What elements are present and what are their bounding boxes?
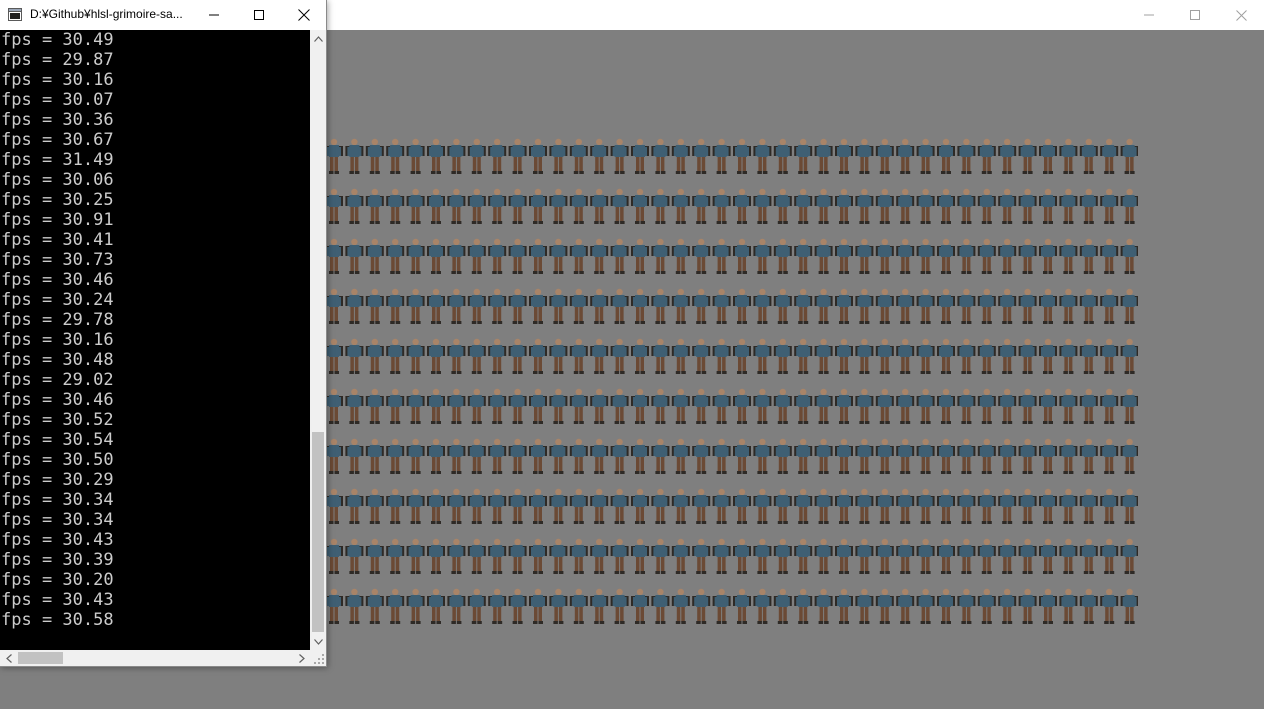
console-line: fps = 30.91 — [1, 210, 114, 230]
scroll-right-button[interactable] — [293, 650, 310, 666]
console-line: fps = 30.46 — [1, 390, 114, 410]
close-button[interactable] — [1218, 0, 1264, 30]
console-line: fps = 30.58 — [1, 610, 114, 630]
chevron-right-icon — [298, 653, 305, 663]
scroll-left-button[interactable] — [0, 650, 17, 666]
character-sprites — [325, 488, 1139, 524]
console-window-controls — [191, 0, 326, 30]
console-line: fps = 31.49 — [1, 150, 114, 170]
resize-grip[interactable] — [310, 650, 326, 666]
console-line: fps = 30.41 — [1, 230, 114, 250]
console-titlebar[interactable]: D:¥Github¥hlsl-grimoire-sa... — [0, 0, 326, 30]
close-icon — [297, 9, 310, 21]
sprite-row — [325, 588, 1139, 626]
sprite-row — [325, 388, 1139, 426]
sprite-row — [325, 538, 1139, 576]
sprite-row — [325, 288, 1139, 326]
console-lines: fps = 30.49 fps = 29.87 fps = 30.16 fps = 3… — [1, 30, 114, 630]
console-line: fps = 30.07 — [1, 90, 114, 110]
console-app-icon — [8, 8, 22, 21]
console-line: fps = 29.87 — [1, 50, 114, 70]
console-line: fps = 30.20 — [1, 570, 114, 590]
console-line: fps = 30.49 — [1, 30, 114, 50]
console-line: fps = 30.36 — [1, 110, 114, 130]
chevron-up-icon — [313, 35, 323, 42]
sprite-row — [325, 238, 1139, 276]
vertical-scroll-thumb[interactable] — [312, 432, 324, 632]
character-sprites — [325, 188, 1139, 224]
sprite-row — [325, 138, 1139, 176]
sprite-row — [325, 438, 1139, 476]
scroll-down-button[interactable] — [310, 633, 326, 650]
character-sprites — [325, 388, 1139, 424]
console-close-button[interactable] — [281, 0, 326, 30]
console-line: fps = 30.29 — [1, 470, 114, 490]
maximize-icon — [253, 10, 264, 20]
character-sprite-grid — [325, 138, 1139, 650]
console-line: fps = 29.78 — [1, 310, 114, 330]
minimize-icon — [1144, 14, 1154, 16]
console-line: fps = 30.39 — [1, 550, 114, 570]
console-line: fps = 30.73 — [1, 250, 114, 270]
sprite-row — [325, 488, 1139, 526]
character-sprites — [325, 138, 1139, 174]
console-line: fps = 30.50 — [1, 450, 114, 470]
maximize-icon — [1190, 10, 1200, 20]
console-line: fps = 30.34 — [1, 510, 114, 530]
horizontal-scrollbar[interactable] — [0, 650, 310, 666]
character-sprites — [325, 538, 1139, 574]
console-line: fps = 30.06 — [1, 170, 114, 190]
console-line: fps = 29.02 — [1, 370, 114, 390]
character-sprites — [325, 338, 1139, 374]
console-minimize-button[interactable] — [191, 0, 236, 30]
console-line: fps = 30.52 — [1, 410, 114, 430]
character-sprites — [325, 438, 1139, 474]
chevron-down-icon — [313, 638, 323, 645]
minimize-button[interactable] — [1126, 0, 1172, 30]
scroll-up-button[interactable] — [310, 30, 326, 47]
resize-grip-icon — [314, 654, 324, 664]
character-sprites — [325, 288, 1139, 324]
console-line: fps = 30.16 — [1, 330, 114, 350]
console-line: fps = 30.34 — [1, 490, 114, 510]
vertical-scrollbar[interactable] — [310, 30, 326, 650]
console-line: fps = 30.54 — [1, 430, 114, 450]
console-line: fps = 30.43 — [1, 590, 114, 610]
horizontal-scroll-thumb[interactable] — [18, 652, 63, 664]
close-icon — [1235, 9, 1247, 21]
minimize-icon — [208, 14, 219, 16]
console-line: fps = 30.48 — [1, 350, 114, 370]
chevron-left-icon — [5, 653, 12, 663]
console-line: fps = 30.46 — [1, 270, 114, 290]
console-line: fps = 30.16 — [1, 70, 114, 90]
character-sprites — [325, 238, 1139, 274]
console-line: fps = 30.25 — [1, 190, 114, 210]
console-line: fps = 30.24 — [1, 290, 114, 310]
console-line: fps = 30.67 — [1, 130, 114, 150]
sprite-row — [325, 188, 1139, 226]
sprite-row — [325, 338, 1139, 376]
console-line: fps = 30.43 — [1, 530, 114, 550]
console-title: D:¥Github¥hlsl-grimoire-sa... — [30, 7, 183, 21]
character-sprites — [325, 588, 1139, 624]
app-window-controls — [1126, 0, 1264, 30]
console-output[interactable]: fps = 30.49 fps = 29.87 fps = 30.16 fps = 3… — [0, 30, 310, 650]
console-window: D:¥Github¥hlsl-grimoire-sa... fps = 30.4… — [0, 0, 327, 667]
console-maximize-button[interactable] — [236, 0, 281, 30]
maximize-button[interactable] — [1172, 0, 1218, 30]
